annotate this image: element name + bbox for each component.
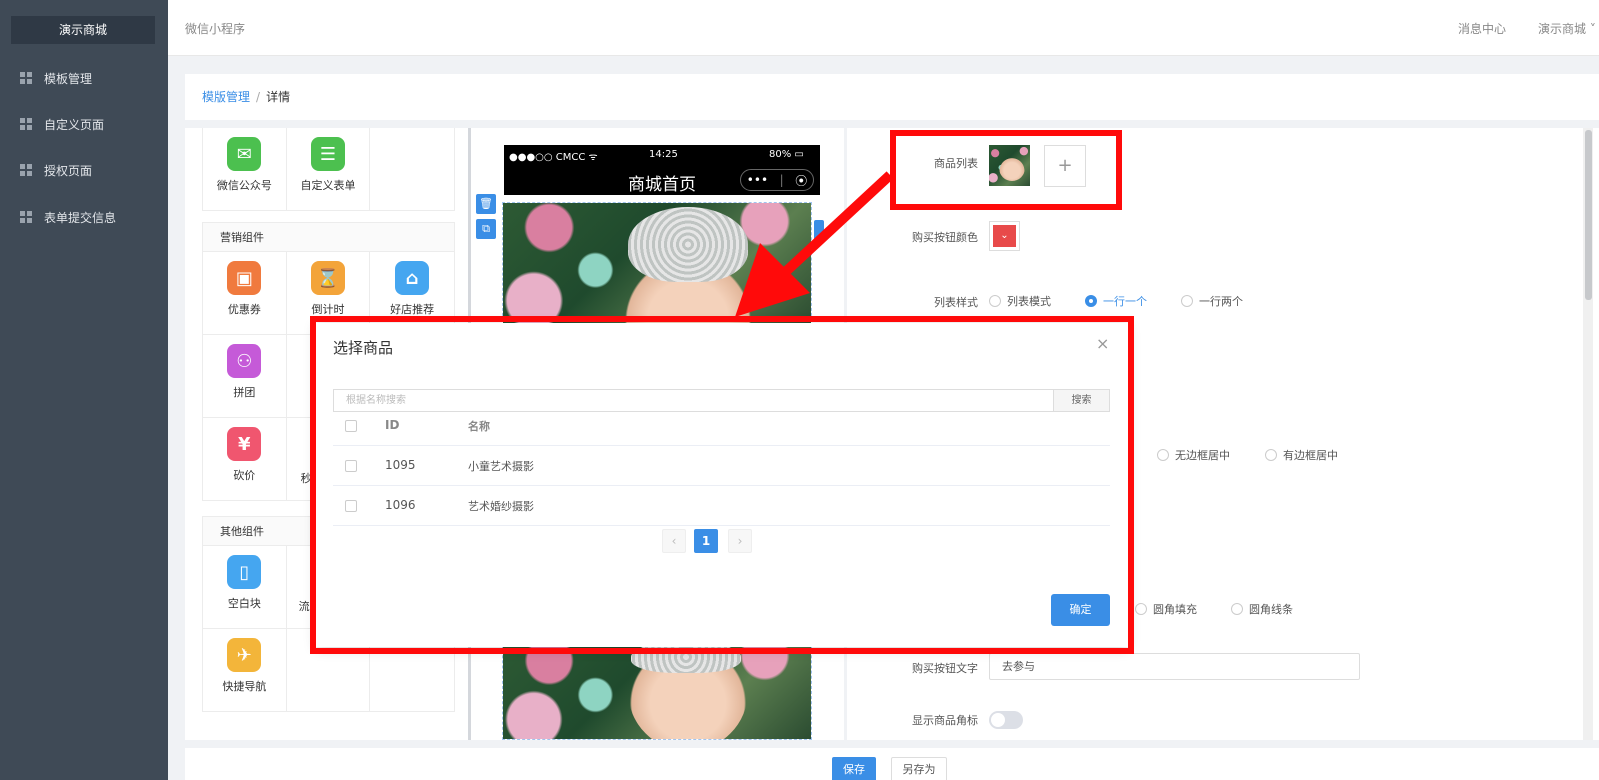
radio-border-center[interactable]: 有边框居中 [1265, 447, 1338, 463]
radio-label: 一行两个 [1199, 295, 1243, 308]
product-image-bottom[interactable] [502, 640, 812, 740]
component-group-buy[interactable]: ⚇ 拼团 [203, 335, 287, 417]
copy-icon[interactable]: ⧉ [476, 219, 496, 239]
blank-page-icon: ▯ [227, 555, 262, 589]
buy-text-label: 购买按钮文字 [912, 662, 978, 675]
sidebar-item-form-submissions[interactable]: 表单提交信息 [0, 197, 168, 237]
radio-label: 无边框居中 [1175, 449, 1230, 462]
breadcrumb-current: 详情 [266, 90, 291, 104]
component-bargain[interactable]: ¥ 砍价 [203, 418, 287, 500]
component-label: 拼团 [233, 386, 256, 399]
breadcrumb-separator: / [256, 90, 261, 104]
shop-menu[interactable]: 演示商城 ˅ [1538, 20, 1596, 37]
carrier-text: ●●●○○ CMCC ᯤ [509, 152, 598, 163]
component-label: 流 [298, 600, 310, 613]
radio-dot [1085, 295, 1097, 307]
radio-label: 有边框居中 [1283, 449, 1338, 462]
component-quick-nav[interactable]: ✈ 快捷导航 [203, 629, 287, 711]
buy-color-picker[interactable]: ⌄ [989, 221, 1020, 251]
sidebar: 演示商城 模板管理 自定义页面 授权页面 表单提交信息 [0, 0, 168, 780]
breadcrumb: 模版管理 / 详情 [185, 74, 1599, 120]
save-button[interactable]: 保存 [832, 757, 876, 780]
top-header: 微信小程序 消息中心 演示商城 ˅ [168, 0, 1599, 56]
component-coupon[interactable]: ▣ 优惠券 [203, 252, 287, 334]
grid-icon [20, 118, 32, 130]
component-custom-form[interactable]: ☰ 自定义表单 [287, 128, 371, 210]
chevron-down-icon: ⌄ [993, 225, 1016, 247]
app-name: 微信小程序 [185, 22, 246, 36]
sidebar-item-auth-pages[interactable]: 授权页面 [0, 150, 168, 190]
hourglass-icon: ⌛ [311, 261, 345, 295]
grid-icon [20, 72, 32, 84]
radio-label: 圆角填充 [1153, 603, 1197, 616]
radio-dot [1265, 449, 1277, 461]
component-label: 自定义表单 [300, 179, 356, 192]
sidebar-item-label: 模板管理 [44, 71, 93, 86]
show-badge-label: 显示商品角标 [912, 714, 978, 727]
product-photo [503, 641, 811, 739]
radio-dot [1135, 603, 1147, 615]
delete-icon[interactable]: 🗑 [476, 194, 496, 214]
radio-one-per-row[interactable]: 一行一个 [1085, 293, 1147, 309]
component-label: 倒计时 [311, 303, 345, 316]
save-as-button[interactable]: 另存为 [891, 757, 947, 780]
radio-label: 一行一个 [1103, 295, 1147, 308]
component-label: 快捷导航 [222, 680, 267, 693]
compass-icon: ✈ [227, 638, 262, 672]
radio-two-per-row[interactable]: 一行两个 [1181, 293, 1243, 309]
component-blank-block[interactable]: ▯ 空白块 [203, 546, 287, 628]
radio-label: 圆角线条 [1249, 603, 1293, 616]
sidebar-item-label: 自定义页面 [44, 117, 105, 132]
sidebar-item-label: 表单提交信息 [44, 210, 117, 225]
group-icon: ⚇ [227, 344, 262, 378]
component-label: 优惠券 [227, 303, 261, 316]
sidebar-item-custom-pages[interactable]: 自定义页面 [0, 104, 168, 144]
radio-round-line[interactable]: 圆角线条 [1231, 601, 1293, 617]
component-label: 砍价 [233, 469, 256, 482]
sidebar-item-templates[interactable]: 模板管理 [0, 58, 168, 98]
component-label: 好店推荐 [390, 303, 435, 316]
wechat-icon: ✉ [227, 137, 262, 171]
radio-dot [1157, 449, 1169, 461]
radio-list-mode[interactable]: 列表模式 [989, 293, 1051, 309]
sidebar-item-label: 授权页面 [44, 163, 93, 178]
grid-icon [20, 164, 32, 176]
form-icon: ☰ [311, 137, 345, 171]
radio-dot [1181, 295, 1193, 307]
component-row: ✉ 微信公众号 ☰ 自定义表单 [202, 128, 455, 211]
annotation-arrow [735, 171, 894, 317]
buy-text-input[interactable]: 去参与 [989, 653, 1360, 680]
radio-label: 列表模式 [1007, 295, 1051, 308]
component-empty-cell [370, 128, 454, 210]
shop-icon: ⌂ [395, 261, 430, 295]
coupon-icon: ▣ [227, 261, 262, 295]
clock-text: 14:25 [649, 149, 678, 160]
radio-round-fill[interactable]: 圆角填充 [1135, 601, 1197, 617]
breadcrumb-parent[interactable]: 模版管理 [202, 90, 250, 104]
component-label: 空白块 [227, 597, 261, 610]
component-label: 微信公众号 [216, 179, 272, 192]
arrow-shaft [776, 171, 894, 281]
show-badge-toggle[interactable] [989, 711, 1023, 729]
annotation-box-dialog [310, 316, 1134, 654]
grid-icon [20, 211, 32, 223]
message-center-link[interactable]: 消息中心 [1458, 20, 1506, 37]
section-title-marketing: 营销组件 [202, 222, 455, 252]
brand-logo[interactable]: 演示商城 [11, 16, 155, 44]
yen-icon: ¥ [227, 427, 262, 461]
annotation-box-goods-list [890, 130, 1122, 210]
radio-dot [1231, 603, 1243, 615]
radio-no-border-center[interactable]: 无边框居中 [1157, 447, 1230, 463]
config-scrollbar-thumb[interactable] [1585, 130, 1592, 300]
battery-text: 80% ▭ [769, 149, 804, 160]
radio-dot [989, 295, 1001, 307]
component-wechat-official[interactable]: ✉ 微信公众号 [203, 128, 287, 210]
